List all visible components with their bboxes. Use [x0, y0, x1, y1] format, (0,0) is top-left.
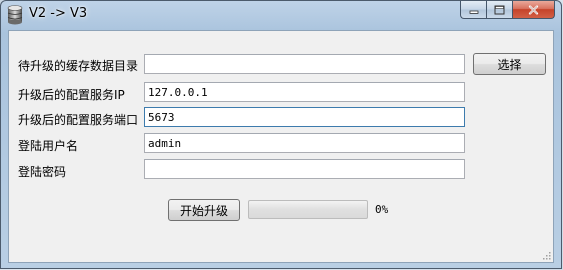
password-input[interactable] — [144, 159, 465, 179]
close-button[interactable] — [512, 1, 555, 19]
username-label: 登陆用户名 — [18, 139, 79, 153]
window-title: V2 -> V3 — [29, 6, 88, 21]
minimize-button[interactable] — [460, 1, 486, 19]
username-input[interactable] — [144, 133, 465, 153]
start-upgrade-button[interactable]: 开始升级 — [168, 199, 240, 221]
config-port-input[interactable] — [144, 107, 465, 127]
app-window: V2 -> V3 待升级的缓存数据目录 选择 升级后的配置服务IP 127.0.… — [0, 0, 562, 269]
database-icon — [7, 5, 23, 25]
upgrade-progress-bar — [248, 200, 368, 219]
client-area: 待升级的缓存数据目录 选择 升级后的配置服务IP 升级后的配置服务端口 登陆用户… — [8, 30, 554, 263]
cache-dir-label: 待升级的缓存数据目录 — [18, 59, 139, 73]
config-ip-input[interactable] — [144, 82, 465, 102]
config-ip-label: 升级后的配置服务IP — [18, 88, 125, 102]
config-port-label: 升级后的配置服务端口 — [18, 113, 139, 127]
progress-percent: 0% — [375, 203, 389, 216]
password-label: 登陆密码 — [18, 165, 67, 179]
maximize-icon — [494, 5, 505, 14]
close-icon — [528, 4, 539, 15]
title-bar[interactable]: V2 -> V3 — [1, 1, 561, 31]
minimize-icon — [469, 10, 478, 14]
browse-button[interactable]: 选择 — [473, 53, 546, 75]
resize-grip-icon[interactable] — [541, 250, 551, 260]
maximize-button[interactable] — [486, 1, 512, 19]
cache-dir-input[interactable] — [144, 54, 465, 74]
caption-buttons — [460, 1, 555, 21]
